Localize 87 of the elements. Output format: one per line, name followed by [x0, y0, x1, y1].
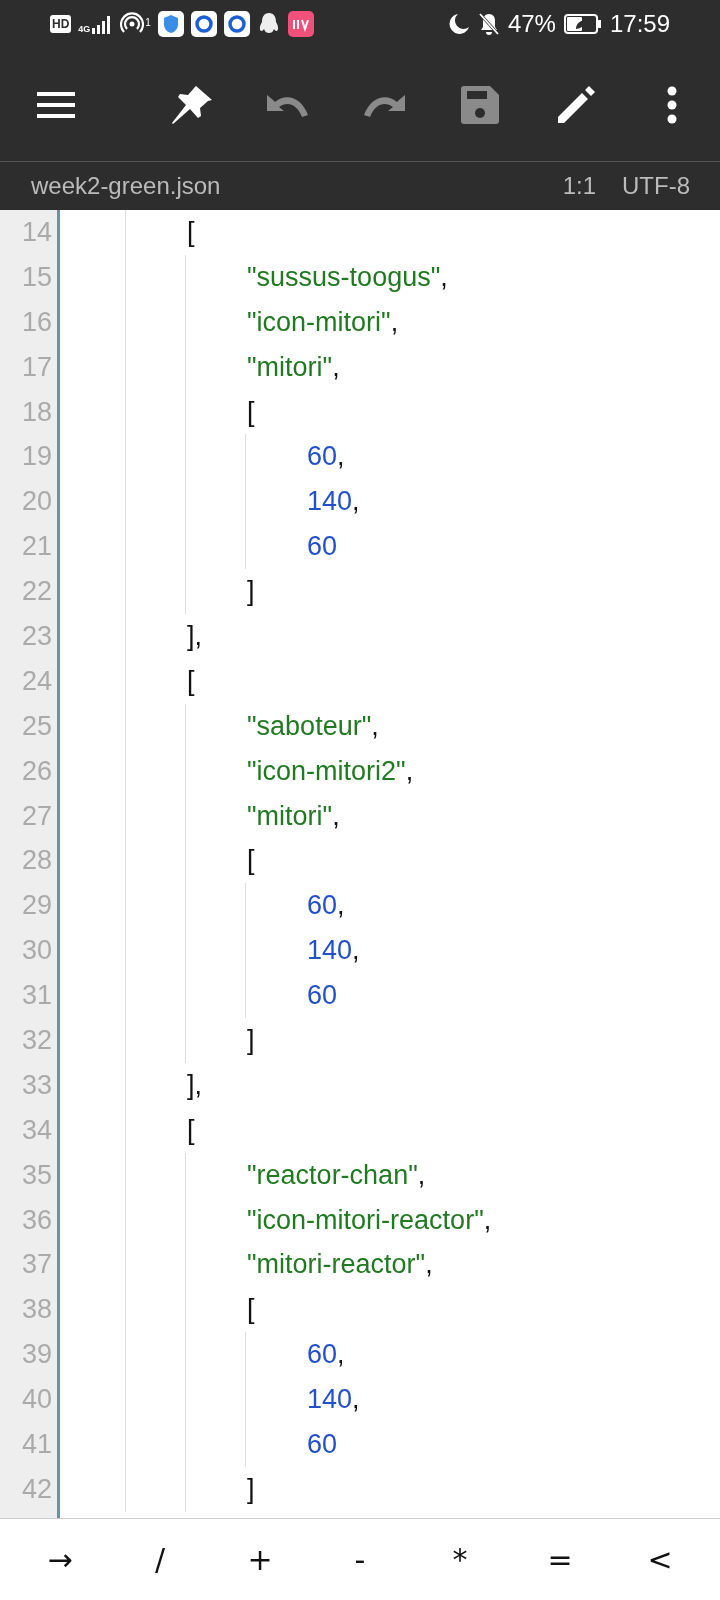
symbol-key[interactable]: / — [110, 1519, 210, 1600]
code-line: "sussus-toogus", — [247, 260, 448, 294]
line-number: 34 — [20, 1114, 52, 1146]
code-line: 140, — [307, 934, 360, 968]
code-line: ], — [187, 620, 202, 653]
line-number: 35 — [20, 1159, 52, 1191]
line-number: 36 — [20, 1204, 52, 1236]
hd-badge: HD — [50, 15, 72, 33]
line-number: 19 — [20, 441, 52, 473]
code-line: [ — [187, 1113, 195, 1147]
line-number: 25 — [20, 710, 52, 742]
code-line: [ — [247, 395, 255, 429]
line-number: 33 — [20, 1069, 52, 1101]
symbol-key[interactable]: = — [510, 1519, 610, 1600]
line-number: 29 — [20, 890, 52, 922]
menu-icon — [37, 90, 75, 119]
code-line: "icon-mitori-reactor", — [247, 1203, 492, 1237]
app-icon — [287, 11, 314, 37]
undo-icon — [267, 92, 309, 117]
line-number: 41 — [20, 1429, 52, 1460]
line-number: 23 — [20, 620, 52, 652]
moon-icon — [447, 13, 470, 35]
code-line: 60, — [307, 1338, 345, 1372]
save-icon — [461, 85, 499, 124]
code-line: [ — [187, 664, 195, 698]
battery-icon — [563, 14, 602, 34]
battery-percent: 47% — [507, 10, 556, 38]
file-encoding: UTF-8 — [622, 172, 690, 200]
code-line: "mitori", — [247, 350, 340, 384]
code-line: "reactor-chan", — [247, 1158, 426, 1192]
app-icon — [223, 11, 250, 37]
symbol-key[interactable]: + — [210, 1519, 310, 1600]
line-number: 27 — [20, 800, 52, 832]
code-line: 60 — [307, 1428, 338, 1462]
code-line: "saboteur", — [247, 709, 379, 743]
symbol-key[interactable]: - — [310, 1519, 410, 1600]
muted-bell-icon — [477, 12, 500, 36]
code-line: ], — [187, 1068, 202, 1102]
code-line: "mitori-reactor", — [247, 1248, 433, 1282]
shield-icon — [157, 11, 184, 37]
code-line: 60 — [307, 979, 338, 1013]
more-icon — [667, 85, 677, 124]
line-number: 32 — [20, 1024, 52, 1056]
cursor-position: 1:1 — [562, 172, 596, 200]
code-line: "icon-mitori2", — [247, 754, 414, 788]
line-number: 28 — [20, 845, 52, 877]
redo-icon — [363, 92, 405, 117]
file-name: week2-green.json — [31, 172, 221, 200]
code-line: [ — [247, 844, 255, 878]
line-number: 21 — [20, 531, 52, 563]
symbol-key[interactable]: → — [10, 1519, 110, 1600]
code-line: "icon-mitori", — [247, 305, 399, 339]
line-number: 22 — [20, 576, 52, 608]
line-number: 14 — [20, 216, 52, 248]
line-number: 39 — [20, 1339, 52, 1371]
line-number: 17 — [20, 351, 52, 383]
symbol-key[interactable]: < — [610, 1519, 710, 1600]
line-number: 24 — [20, 665, 52, 697]
code-line: ] — [247, 1024, 255, 1058]
line-number: 30 — [20, 935, 52, 967]
code-line: ] — [247, 1472, 255, 1506]
line-number: 37 — [20, 1249, 52, 1281]
code-line: 60, — [307, 889, 345, 923]
line-number: 18 — [20, 396, 52, 428]
line-number: 26 — [20, 755, 52, 787]
symbol-key[interactable]: * — [410, 1519, 510, 1600]
code-line: 60 — [307, 530, 338, 564]
pushpin-icon — [170, 83, 214, 126]
line-number: 31 — [20, 980, 52, 1012]
network-type: 4G — [78, 25, 91, 34]
code-line: "mitori", — [247, 799, 340, 833]
hotspot-count: 1 — [145, 17, 151, 28]
line-number: 20 — [20, 486, 52, 518]
pencil-icon — [556, 84, 596, 125]
line-number: 15 — [20, 261, 52, 293]
line-number: 40 — [20, 1384, 52, 1416]
code-line: [ — [247, 1293, 255, 1327]
code-line: 140, — [307, 485, 360, 519]
code-line: 60, — [307, 440, 345, 474]
code-line: 140, — [307, 1383, 360, 1417]
code-line: ] — [247, 575, 255, 609]
clock: 17:59 — [609, 10, 670, 38]
code-line: [ — [187, 216, 195, 249]
line-number: 16 — [20, 306, 52, 338]
line-number: 38 — [20, 1294, 52, 1326]
app-icon — [190, 11, 217, 37]
line-number: 42 — [20, 1473, 52, 1505]
